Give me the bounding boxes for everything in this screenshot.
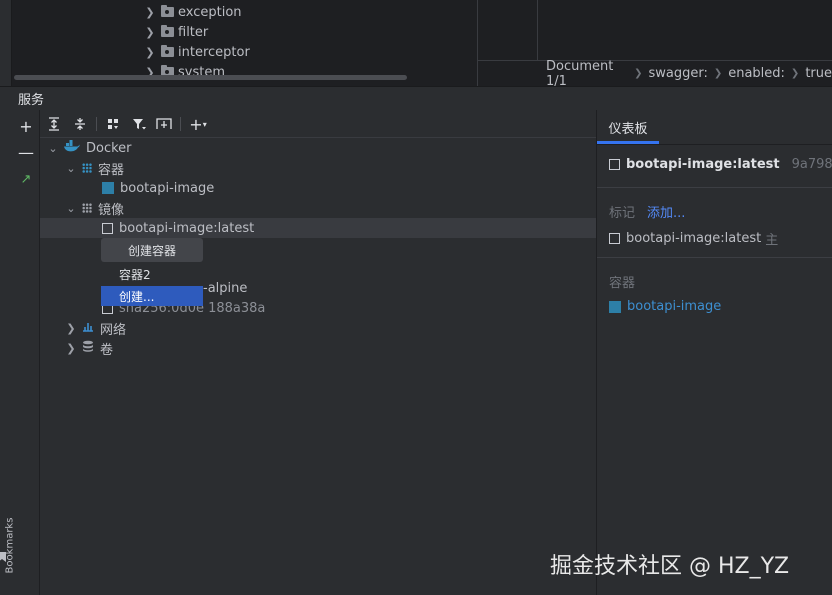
breadcrumb: Document 1/1 ❯ swagger: ❯ enabled: ❯ tru… [477, 58, 832, 89]
editor-pane[interactable] [477, 0, 832, 60]
dashboard-container-link[interactable]: bootapi-image [609, 299, 721, 314]
editor-gutter-divider [537, 0, 538, 60]
container-icon [609, 300, 621, 313]
menu-item-label: 容器2 [119, 268, 151, 282]
chevron-right-icon[interactable]: ❯ [143, 26, 157, 39]
tree-node-network[interactable]: ❯ 网络 [64, 318, 126, 338]
docker-icon [64, 140, 80, 156]
menu-item-container2[interactable]: 容器2 [101, 264, 203, 285]
menu-item-create-container[interactable]: 创建容器 [101, 238, 203, 262]
container-icon [102, 182, 114, 194]
chevron-right-icon[interactable]: ❯ [143, 6, 157, 19]
bookmarks-tool-tab[interactable]: Bookmarks [0, 480, 15, 595]
volume-icon [82, 340, 94, 356]
tag-name: bootapi-image:latest [626, 231, 762, 246]
dashboard-tag-item: bootapi-image:latest 主 [609, 229, 778, 248]
tabbar-divider [597, 144, 832, 145]
chevron-down-icon[interactable]: ⌄ [64, 162, 78, 175]
tree-node-volumes[interactable]: ❯ 卷 [64, 338, 113, 358]
submenu: 容器2 创建... [101, 264, 203, 306]
dashboard-tags-row: 标记 添加... [609, 202, 685, 221]
tree-node-containers[interactable]: ⌄ 容器 [64, 158, 124, 178]
folder-label: filter [178, 24, 209, 40]
folder-label: exception [178, 4, 242, 20]
chevron-right-icon[interactable]: ❯ [64, 322, 78, 335]
folder-icon [161, 25, 174, 37]
services-toolbar: + ▾ [40, 110, 596, 138]
chevron-right-icon[interactable]: ❯ [64, 342, 78, 355]
minus-icon[interactable]: — [17, 143, 35, 162]
chevron-down-icon[interactable]: ⌄ [46, 142, 60, 155]
add-tag-link[interactable]: 添加... [647, 202, 685, 221]
tree-node-label: -alpine [203, 280, 248, 296]
expand-all-icon[interactable] [45, 115, 63, 133]
images-group-icon [82, 203, 92, 213]
folder-icon [161, 45, 174, 57]
dashboard-image-header: bootapi-image:latest 9a798dd3 [609, 157, 832, 172]
add-service-icon[interactable]: + ▾ [189, 115, 207, 134]
tab-label: 仪表板 [608, 121, 648, 137]
project-folder-exception[interactable]: ❯ exception [143, 2, 242, 22]
chevron-right-icon: ❯ [713, 68, 723, 79]
tags-label: 标记 [609, 206, 636, 221]
tree-node-label: bootapi-image:latest [119, 220, 255, 236]
toolbar-separator [180, 117, 181, 131]
menu-item-create[interactable]: 创建... [101, 286, 203, 306]
chevron-right-icon: ❯ [790, 68, 800, 79]
document-counter: Document 1/1 [546, 58, 614, 89]
services-title: 服务 [18, 93, 45, 108]
network-icon [82, 320, 94, 336]
breadcrumb-item[interactable]: enabled: [728, 66, 785, 81]
image-icon [102, 222, 113, 234]
services-tree: ⌄ Docker ⌄ 容器 bootapi-image ⌄ 镜像 bootapi… [40, 138, 596, 595]
tree-node-images[interactable]: ⌄ 镜像 [64, 198, 124, 218]
image-icon [609, 159, 620, 170]
plus-icon[interactable]: + [17, 117, 35, 136]
folder-icon [161, 5, 174, 17]
project-folder-interceptor[interactable]: ❯ interceptor [143, 42, 250, 62]
image-icon [609, 233, 620, 244]
image-name: bootapi-image:latest [626, 157, 780, 172]
bookmark-icon [0, 552, 6, 562]
tree-node-label: 镜像 [98, 202, 125, 218]
filter-icon[interactable] [130, 115, 148, 133]
dashboard-panel: 仪表板 bootapi-image:latest 9a798dd3 标记 添加.… [596, 110, 832, 595]
watermark: 掘金技术社区 @ HZ_YZ [550, 554, 790, 579]
expand-arrow-icon[interactable]: ↗ [17, 170, 35, 188]
new-tab-icon[interactable] [155, 115, 173, 133]
menu-item-label: 创建容器 [127, 243, 176, 258]
tree-node-label: 卷 [100, 342, 114, 358]
tree-node-label: 网络 [100, 322, 127, 338]
tag-suffix: 主 [765, 233, 779, 248]
services-title-bar: 服务 [0, 86, 832, 110]
tree-node-container-item[interactable]: bootapi-image [102, 178, 214, 198]
chevron-right-icon: ❯ [634, 68, 643, 79]
menu-item-label: 创建... [119, 289, 155, 304]
breadcrumb-item[interactable]: true [805, 66, 832, 81]
tree-node-label: 容器 [98, 162, 125, 178]
toolbar-separator [96, 117, 97, 131]
project-folder-filter[interactable]: ❯ filter [143, 22, 208, 42]
folder-label: interceptor [178, 44, 250, 60]
chevron-right-icon[interactable]: ❯ [143, 46, 157, 59]
horizontal-scrollbar[interactable] [14, 75, 407, 80]
containers-label: 容器 [609, 276, 636, 291]
dashboard-containers-label-row: 容器 [609, 272, 635, 291]
tree-node-label: bootapi-image [120, 180, 215, 196]
tree-node-label: Docker [86, 140, 132, 156]
containers-group-icon [82, 163, 92, 173]
tree-node-docker[interactable]: ⌄ Docker [46, 138, 132, 158]
left-tool-strip [0, 0, 12, 86]
container-link-label[interactable]: bootapi-image [627, 299, 721, 314]
group-icon[interactable] [104, 115, 122, 133]
image-id: 9a798dd3 [791, 157, 832, 172]
bookmarks-label: Bookmarks [4, 517, 16, 574]
tab-dashboard[interactable]: 仪表板 [597, 110, 659, 144]
chevron-down-icon[interactable]: ⌄ [64, 202, 78, 215]
dashboard-divider [597, 187, 832, 188]
tree-node-image-latest[interactable]: bootapi-image:latest [40, 218, 596, 238]
dashboard-divider [597, 257, 832, 258]
breadcrumb-item[interactable]: swagger: [648, 66, 707, 81]
collapse-all-icon[interactable] [71, 115, 89, 133]
